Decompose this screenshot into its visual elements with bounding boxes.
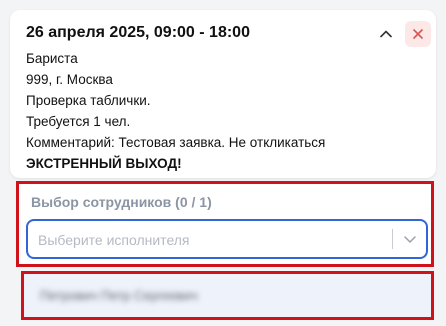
employee-name: Петрович Петр Сергеевич [40,288,198,303]
shift-emergency-label: ЭКСТРЕННЫЙ ВЫХОД! [26,156,182,171]
select-toggle[interactable] [398,227,422,251]
shift-card: 26 апреля 2025, 09:00 - 18:00 Бариста 99… [10,10,436,178]
employee-selection-title: Выбор сотрудников (0 / 1) [31,194,212,210]
shift-task: Проверка таблички. [26,93,151,108]
employee-selection-section: Выбор сотрудников (0 / 1) Выберите испол… [16,181,434,267]
select-divider [392,229,393,249]
close-icon [413,29,423,39]
shift-datetime-title: 26 апреля 2025, 09:00 - 18:00 [26,24,250,41]
collapse-button[interactable] [374,22,398,46]
chevron-up-icon [380,30,392,38]
shift-required-count: Требуется 1 чел. [26,114,131,129]
close-button[interactable] [405,21,431,47]
page: 26 апреля 2025, 09:00 - 18:00 Бариста 99… [0,0,446,326]
executor-select-placeholder: Выберите исполнителя [38,232,190,248]
shift-comment: Комментарий: Тестовая заявка. Не отклика… [26,135,326,150]
executor-select[interactable]: Выберите исполнителя [26,219,428,259]
employee-option[interactable]: Петрович Петр Сергеевич [21,271,434,320]
chevron-down-icon [404,236,416,243]
shift-position: Бариста [26,51,78,66]
shift-address: 999, г. Москва [26,72,113,87]
shift-details: Бариста 999, г. Москва Проверка таблички… [26,48,426,174]
